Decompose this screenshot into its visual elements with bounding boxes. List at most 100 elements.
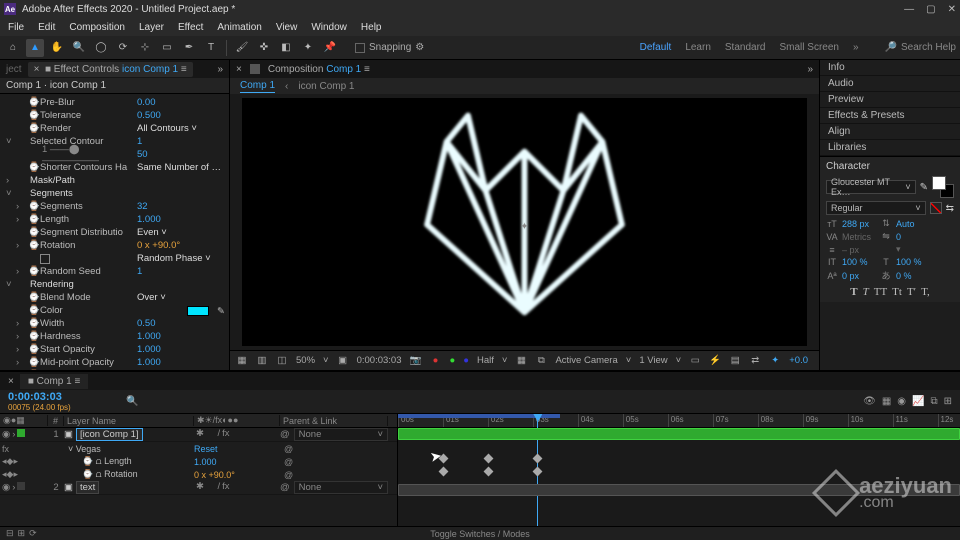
timeline-layer-row[interactable]: ◉› 1 ▣[icon Comp 1] ✱ /fx @None˅ — [0, 428, 397, 442]
property-value[interactable]: Over ˅ — [137, 292, 227, 303]
menu-effect[interactable]: Effect — [178, 22, 203, 33]
toggle-modes-icon[interactable]: ⊞ — [18, 528, 26, 539]
resolution-dropdown[interactable]: Half — [477, 355, 494, 366]
type-tool-icon[interactable]: T — [202, 39, 220, 57]
workspace-overflow-icon[interactable]: » — [853, 42, 859, 53]
pixel-aspect-icon[interactable]: ▭ — [689, 355, 701, 367]
property-value[interactable]: 0.500 — [137, 110, 227, 121]
video-toggle-icon[interactable]: ◉ — [2, 482, 10, 493]
effect-property-row[interactable]: ˅Rendering — [6, 278, 227, 291]
zoom-dropdown[interactable]: 50% — [296, 355, 315, 366]
transparency-icon[interactable]: ▦ — [515, 355, 527, 367]
flowchart-icon[interactable]: ⇄ — [749, 355, 761, 367]
eyedropper-icon[interactable]: ✎ — [217, 306, 227, 316]
panel-audio[interactable]: Audio — [820, 76, 960, 92]
toggle-switches-modes-button[interactable]: Toggle Switches / Modes — [430, 529, 530, 539]
puppet-tool-icon[interactable]: 📌 — [321, 39, 339, 57]
orbit-tool-icon[interactable]: ◯ — [92, 39, 110, 57]
subscript[interactable]: T, — [921, 286, 930, 298]
checkbox[interactable] — [40, 254, 50, 264]
effect-property-row[interactable]: ˅Segments — [6, 187, 227, 200]
fast-preview-icon[interactable]: ⚡ — [709, 355, 721, 367]
roto-tool-icon[interactable]: ✦ — [299, 39, 317, 57]
view3d-icon[interactable]: ⧉ — [535, 355, 547, 367]
timeline-layer-row[interactable]: ◉› 2 ▣text ✱ /fx @None˅ — [0, 481, 397, 495]
property-value[interactable]: 1.000 — [137, 331, 227, 342]
stroke-pos-value[interactable]: ▾ — [896, 244, 954, 255]
magnify-icon[interactable]: ▦ — [236, 355, 248, 367]
effect-property-row[interactable]: ⌚Color✎ — [6, 304, 227, 317]
col-layer-name[interactable]: Layer Name — [64, 416, 194, 426]
menu-view[interactable]: View — [276, 22, 298, 33]
font-family-dropdown[interactable]: Gloucester MT Ex…˅ — [826, 180, 916, 194]
channel-icon[interactable]: ● — [429, 355, 441, 367]
keyframe-nav-icon[interactable]: ◂◆▸ — [2, 469, 18, 480]
breadcrumb-nested[interactable]: icon Comp 1 — [298, 81, 354, 92]
video-toggle-icon[interactable]: ◉ — [2, 429, 10, 440]
menu-animation[interactable]: Animation — [217, 22, 261, 33]
kerning-value[interactable]: Metrics — [842, 232, 876, 242]
timeline-icon[interactable]: ▤ — [729, 355, 741, 367]
layer-duration-bar[interactable] — [398, 428, 960, 440]
timeline-property-row[interactable]: ◂◆▸⌚ ⩍ Rotation0 x +90.0°@ — [0, 468, 397, 481]
menu-window[interactable]: Window — [311, 22, 347, 33]
font-size-value[interactable]: 288 px — [842, 219, 876, 229]
workspace-small-screen[interactable]: Small Screen — [779, 42, 838, 53]
effect-property-row[interactable]: ⌚Shorter Contours HaSame Number of Se ˅ — [6, 161, 227, 174]
grid-icon[interactable]: ▥ — [256, 355, 268, 367]
layer-duration-bar[interactable] — [398, 484, 960, 496]
home-tool-icon[interactable]: ⌂ — [4, 39, 22, 57]
stopwatch-icon[interactable]: ⌚ — [82, 469, 93, 479]
eraser-tool-icon[interactable]: ◧ — [277, 39, 295, 57]
stopwatch-icon[interactable]: ⌚ — [82, 456, 93, 466]
effect-property-row[interactable]: ›⌚Rotation0 x +90.0° — [6, 239, 227, 252]
fill-stroke-swatch[interactable] — [932, 176, 954, 198]
panel-align[interactable]: Align — [820, 124, 960, 140]
parent-dropdown[interactable]: None˅ — [294, 481, 388, 494]
breadcrumb-root[interactable]: Comp 1 — [240, 80, 275, 93]
effect-property-row[interactable]: ›Mask/Path — [6, 174, 227, 187]
shy-icon[interactable]: 👁 — [863, 396, 876, 407]
effect-property-row[interactable]: ⌚Tolerance0.500 — [6, 109, 227, 122]
keyframe-icon[interactable] — [439, 467, 449, 477]
effect-property-row[interactable]: ⌚Blend ModeOver ˅ — [6, 291, 227, 304]
search-help-input[interactable]: Search Help — [901, 42, 956, 53]
chevron-down-icon[interactable]: ˅ — [323, 355, 329, 366]
exposure-value[interactable]: +0.0 — [789, 355, 808, 366]
effect-property-row[interactable]: ›⌚Mid-point Position0.500 — [6, 369, 227, 370]
tsume-value[interactable]: 0 % — [896, 271, 954, 281]
motion-blur-icon[interactable]: ◉ — [897, 396, 906, 407]
effect-property-row[interactable]: ›⌚Start Opacity1.000 — [6, 343, 227, 356]
keyframe-icon[interactable] — [483, 454, 493, 464]
effect-property-row[interactable]: ⌚Pre-Blur0.00 — [6, 96, 227, 109]
timeline-property-row[interactable]: ◂◆▸⌚ ⩍ Length1.000@ — [0, 455, 397, 468]
effect-property-row[interactable]: Random Phase ˅ — [6, 252, 227, 265]
panel-menu-icon[interactable]: » — [217, 64, 223, 75]
effect-property-row[interactable]: ›⌚Length1.000 — [6, 213, 227, 226]
stroke-width-value[interactable]: – px — [842, 245, 876, 255]
rect-tool-icon[interactable]: ▭ — [158, 39, 176, 57]
small-caps[interactable]: Tt — [892, 286, 902, 298]
comp-tab-close[interactable]: × — [236, 64, 242, 75]
all-caps[interactable]: TT — [874, 286, 887, 298]
menu-help[interactable]: Help — [361, 22, 382, 33]
selection-tool-icon[interactable]: ▲ — [26, 39, 44, 57]
effect-property-row[interactable]: ›⌚Width0.50 — [6, 317, 227, 330]
anchor-tool-icon[interactable]: ⊹ — [136, 39, 154, 57]
property-value[interactable]: Random Phase ˅ — [137, 253, 227, 264]
faux-italic[interactable]: T — [863, 286, 869, 298]
timeline-track-area[interactable]: 00s01s02s03s04s05s06s07s08s09s10s11s12s — [398, 414, 960, 526]
panel-effects-presets[interactable]: Effects & Presets — [820, 108, 960, 124]
parent-pickwhip-icon[interactable]: @ — [280, 482, 290, 493]
baseline-value[interactable]: 0 px — [842, 271, 876, 281]
parent-dropdown[interactable]: None˅ — [294, 428, 388, 441]
property-value[interactable]: 1 — [137, 266, 227, 277]
effect-property-row[interactable]: 1 ——⬤—————— 50 — [6, 148, 227, 161]
switches-icon[interactable]: ⊞ — [944, 396, 952, 407]
current-timecode[interactable]: 0:00:03:03 — [8, 391, 118, 403]
keyframe-nav-icon[interactable]: ◂◆▸ — [2, 456, 18, 467]
superscript[interactable]: T′ — [907, 286, 916, 298]
viewer-timecode[interactable]: 0:00:03:03 — [357, 355, 402, 366]
menu-file[interactable]: File — [8, 22, 24, 33]
snapshot-icon[interactable]: 📷 — [409, 355, 421, 367]
